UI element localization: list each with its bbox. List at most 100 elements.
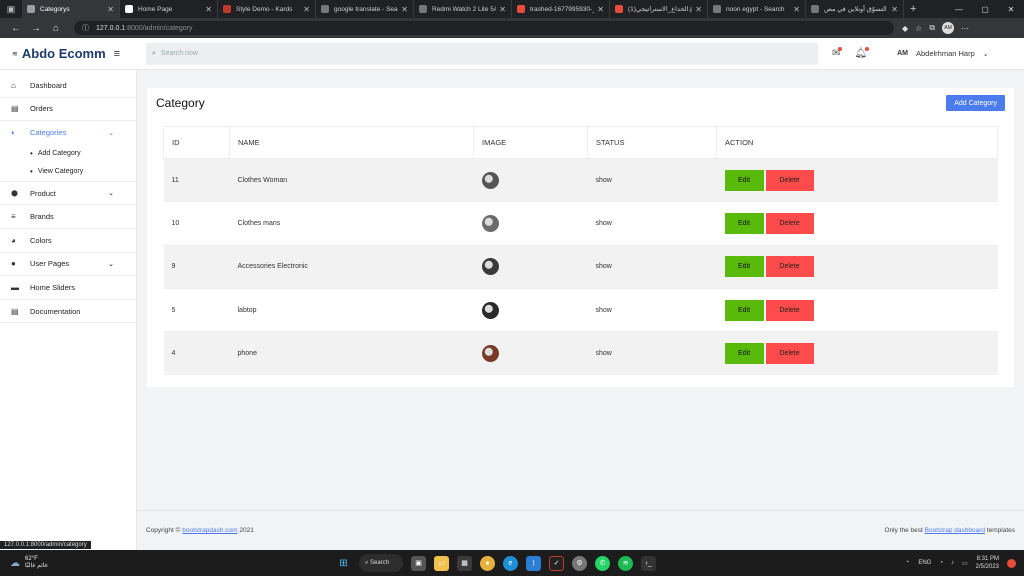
delete-button[interactable]: Delete — [765, 299, 814, 321]
copyright-year: 2021 — [239, 527, 254, 534]
tray-lang[interactable]: ENG — [918, 560, 931, 566]
url-field[interactable]: ⓘ 127.0.0.1:8000/admin/category — [74, 21, 894, 35]
tray-chevron-icon[interactable]: ⌃ — [905, 560, 910, 567]
tab-favicon-icon — [615, 5, 623, 13]
extension-icon[interactable]: ◆ — [902, 24, 908, 33]
cell-action: Edit Delete — [716, 157, 998, 202]
tab-close-icon[interactable]: ✕ — [597, 5, 604, 14]
edge-icon[interactable]: e — [503, 555, 518, 571]
browser-tab[interactable]: trashed-1677995930-_ ✕ — [512, 0, 610, 18]
more-icon[interactable]: ⋯ — [961, 24, 969, 33]
browser-tab[interactable]: التسوّق أونلاين في مص ✕ — [806, 0, 904, 18]
sidebar-item-home-sliders[interactable]: ▬ Home Sliders — [0, 276, 136, 300]
edit-button[interactable]: Edit — [724, 256, 764, 278]
taskbar-search[interactable]: ⌕ Search — [359, 554, 403, 572]
sidebar-item-orders[interactable]: ▤ Orders — [0, 98, 136, 122]
sidebar-item-categories[interactable]: ◐ Categories ⌄ — [0, 121, 136, 145]
tab-close-icon[interactable]: ✕ — [695, 5, 702, 14]
sidebar-subitem-add-category[interactable]: • Add Category — [0, 145, 136, 162]
cell-action: Edit Delete — [716, 244, 998, 289]
tab-close-icon[interactable]: ✕ — [107, 5, 114, 14]
menu-toggle-icon[interactable]: ≡ — [114, 48, 120, 60]
browser-tab[interactable]: Redmi Watch 2 Lite 5A ✕ — [414, 0, 512, 18]
forward-icon[interactable]: → — [26, 23, 46, 34]
collections-icon[interactable]: ⧉ — [929, 23, 935, 33]
topbar-icons: ✉ 🔔︎ — [832, 47, 870, 59]
spotify-icon[interactable]: ≋ — [618, 555, 633, 571]
notifications-icon[interactable]: 🔔︎ — [854, 47, 870, 59]
edit-button[interactable]: Edit — [724, 299, 764, 321]
chevron-down-icon: ⌄ — [982, 50, 989, 58]
browser-tab[interactable]: Home Page ✕ — [120, 0, 218, 18]
wifi-icon[interactable]: ◔ — [939, 560, 943, 566]
start-icon[interactable]: ⊞ — [336, 556, 351, 571]
delete-button[interactable]: Delete — [765, 256, 814, 278]
brand-name[interactable]: Abdo Ecomm — [22, 46, 106, 61]
bootstrap-dashboard-link[interactable]: Bootstrap dashboard — [925, 527, 985, 534]
browser-tab[interactable]: google translate - Sea ✕ — [316, 0, 414, 18]
store-icon[interactable]: ▦ — [457, 555, 472, 571]
app-icon[interactable]: ✓ — [549, 555, 564, 571]
clock[interactable]: 8:31 PM 2/5/2023 — [976, 555, 999, 571]
sidebar-item-product[interactable]: ⬢ Product ⌄ — [0, 182, 136, 206]
chrome-icon[interactable]: ● — [480, 555, 495, 571]
sidebar-item-colors[interactable]: ◕ Colors — [0, 229, 136, 253]
tab-close-icon[interactable]: ✕ — [303, 5, 310, 14]
minimize-icon[interactable]: — — [946, 0, 972, 18]
browser-tab[interactable]: الخداع_الاستراتيجي(1).pdf✕ — [610, 0, 708, 18]
table-body: 11 Clothes Woman show Edit Delete 10 Clothes m… — [163, 157, 998, 375]
tab-close-icon[interactable]: ✕ — [401, 5, 408, 14]
browser-tab[interactable]: Categorys ✕ — [22, 0, 120, 18]
chevron-down-icon: ⌄ — [108, 190, 114, 198]
delete-button[interactable]: Delete — [765, 169, 814, 191]
add-category-button[interactable]: Add Category — [946, 95, 1005, 111]
messages-icon[interactable]: ✉ — [832, 47, 843, 59]
sidebar-item-label: Colors — [30, 235, 52, 245]
tab-close-icon[interactable]: ✕ — [891, 5, 898, 14]
edit-button[interactable]: Edit — [724, 212, 764, 234]
tab-close-icon[interactable]: ✕ — [205, 5, 212, 14]
browser-tab[interactable]: noon egypt - Search ✕ — [708, 0, 806, 18]
bullet-icon: • — [30, 166, 33, 176]
vscode-icon[interactable]: ⟩ — [526, 555, 541, 571]
tab-close-icon[interactable]: ✕ — [793, 5, 800, 14]
browser-tab[interactable]: Style Demo - Kards ✕ — [218, 0, 316, 18]
home-icon[interactable]: ⌂ — [46, 23, 66, 34]
edit-button[interactable]: Edit — [724, 169, 764, 191]
browser-tab-strip: ▣ Categorys ✕ Home Page ✕ Style Demo - Kards… — [0, 0, 1024, 18]
cell-id: 5 — [163, 287, 230, 332]
weather-widget[interactable]: ☁ 62°F غائم غالبًا — [0, 556, 48, 570]
tab-title: Categorys — [40, 5, 70, 13]
product-icon: ⬢ — [11, 188, 18, 198]
close-window-icon[interactable]: ✕ — [998, 0, 1024, 18]
window-menu-icon[interactable]: ▣ — [0, 0, 22, 18]
bootstrapdash-link[interactable]: bootstrapdash.com — [182, 527, 237, 534]
favorite-icon[interactable]: ☆ — [915, 24, 922, 33]
sidebar-item-user-pages[interactable]: ● User Pages ⌄ — [0, 253, 136, 277]
slider-icon: ▬ — [11, 282, 19, 292]
terminal-icon[interactable]: ›_ — [641, 555, 656, 571]
back-icon[interactable]: ← — [6, 23, 26, 34]
copyright-prefix: Copyright © — [146, 527, 181, 534]
tab-close-icon[interactable]: ✕ — [499, 5, 506, 14]
notification-badge[interactable] — [1007, 558, 1016, 568]
delete-button[interactable]: Delete — [765, 212, 814, 234]
task-view-icon[interactable]: ▣ — [411, 555, 426, 571]
profile-avatar[interactable]: AM — [942, 22, 955, 34]
battery-icon[interactable]: ▭ — [962, 560, 968, 567]
sidebar-subitem-view-category[interactable]: • View Category — [0, 162, 136, 182]
volume-icon[interactable]: ♪ — [951, 560, 954, 566]
whatsapp-icon[interactable]: ✆ — [595, 555, 610, 571]
maximize-icon[interactable]: ▢ — [972, 0, 998, 18]
sidebar-item-documentation[interactable]: ▤ Documentation — [0, 300, 136, 324]
user-menu[interactable]: AM Abdelrhman Harp ⌄ — [897, 49, 989, 58]
new-tab-button[interactable]: + — [904, 3, 922, 15]
file-explorer-icon[interactable]: ▭ — [434, 555, 449, 571]
search-input[interactable]: ⌕ Search now — [146, 42, 818, 65]
sidebar-item-brands[interactable]: ≡ Brands — [0, 205, 136, 229]
settings-icon[interactable]: ⚙ — [572, 555, 587, 571]
info-icon[interactable]: ⓘ — [82, 23, 89, 33]
delete-button[interactable]: Delete — [765, 343, 814, 365]
sidebar-item-dashboard[interactable]: ⌂ Dashboard — [0, 74, 136, 98]
edit-button[interactable]: Edit — [724, 343, 764, 365]
